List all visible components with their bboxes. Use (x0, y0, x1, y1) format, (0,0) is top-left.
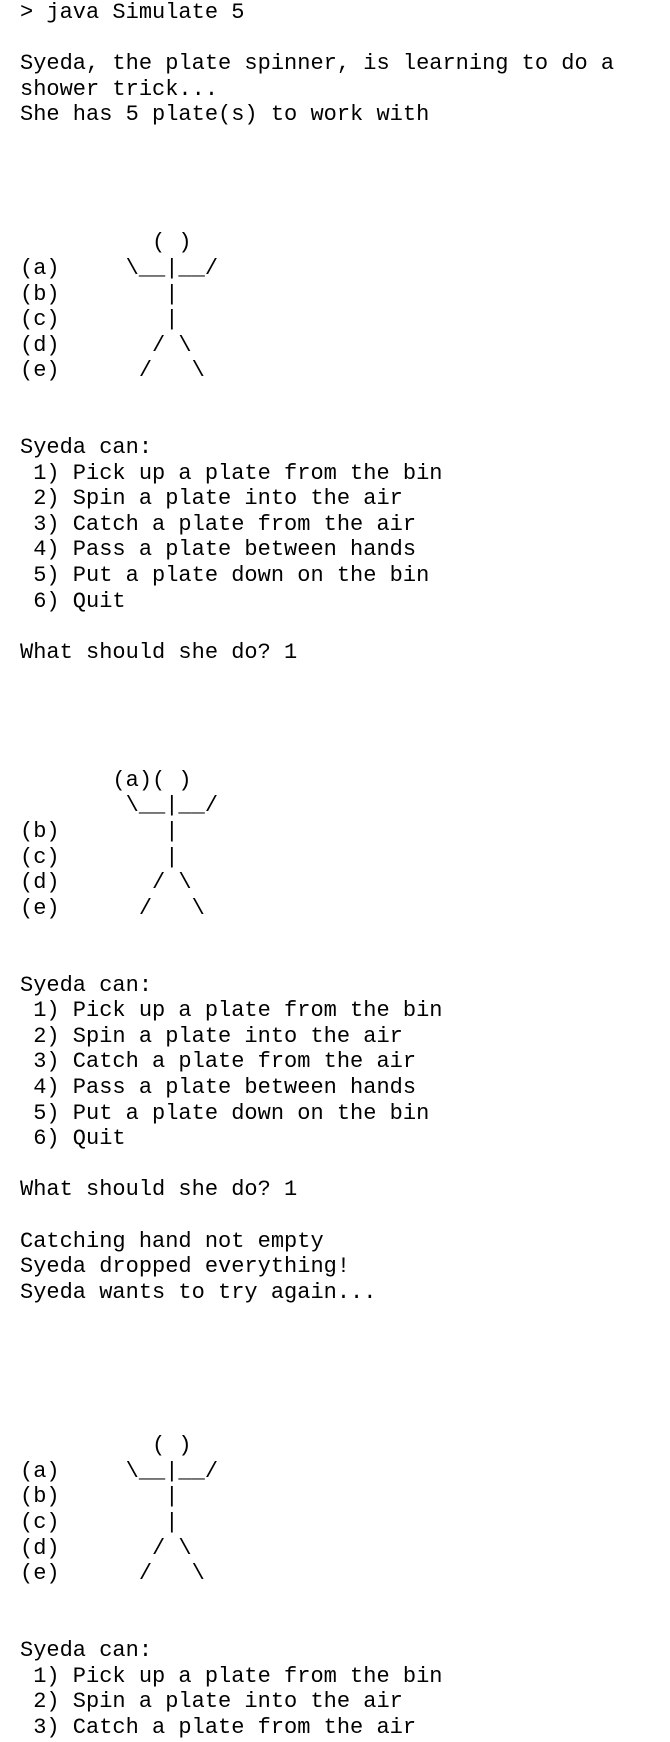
terminal-line: 6) Quit (20, 588, 126, 614)
terminal-line: > java Simulate 5 (20, 0, 245, 25)
terminal-line: 3) Catch a plate from the air (20, 511, 417, 537)
terminal-line: Syeda can: (20, 972, 153, 998)
terminal-line: What should she do? 1 (20, 639, 298, 665)
terminal-line: 4) Pass a plate between hands (20, 537, 417, 563)
terminal-line: 5) Put a plate down on the bin (20, 563, 430, 589)
terminal-line: (c) | (20, 844, 179, 870)
terminal-output: > java Simulate 5 Syeda, the plate spinn… (20, 0, 660, 1740)
terminal-line: (a)( ) (20, 767, 192, 793)
terminal-line: Syeda can: (20, 1638, 153, 1663)
terminal-line: 2) Spin a plate into the air (20, 1023, 403, 1049)
terminal-line: (e) / \ (20, 1561, 205, 1587)
terminal-line: (c) | (20, 307, 179, 333)
terminal-line: 1) Pick up a plate from the bin (20, 1663, 443, 1689)
terminal-line: (d) / \ (20, 870, 192, 896)
terminal-line: 1) Pick up a plate from the bin (20, 460, 443, 486)
terminal-line: (e) / \ (20, 895, 205, 921)
terminal-line: 2) Spin a plate into the air (20, 1689, 403, 1715)
terminal-line: (d) / \ (20, 332, 192, 358)
terminal-line: (c) | (20, 1510, 179, 1536)
terminal-line: (b) | (20, 819, 179, 844)
terminal-line: (e) / \ (20, 358, 205, 384)
terminal-line: Syeda dropped everything! (20, 1254, 351, 1280)
terminal-line: ( ) (20, 1433, 192, 1459)
terminal-line: ( ) (20, 230, 192, 256)
terminal-line: Syeda can: (20, 435, 153, 461)
terminal-line: (b) | (20, 281, 179, 307)
terminal-line: \__|__/ (20, 793, 219, 819)
terminal-line: (a) \__|__/ (20, 1458, 219, 1484)
terminal-line: Catching hand not empty (20, 1228, 324, 1254)
terminal-line: 3) Catch a plate from the air (20, 1714, 417, 1740)
terminal-line: 2) Spin a plate into the air (20, 486, 403, 512)
terminal-line: She has 5 plate(s) to work with (20, 102, 430, 128)
terminal-line: 3) Catch a plate from the air (20, 1049, 417, 1075)
terminal-line: shower trick... (20, 76, 219, 102)
terminal-line: (b) | (20, 1484, 179, 1510)
terminal-line: 1) Pick up a plate from the bin (20, 998, 443, 1024)
terminal-line: Syeda, the plate spinner, is learning to… (20, 51, 615, 77)
terminal-line: What should she do? 1 (20, 1177, 298, 1203)
terminal-line: 6) Quit (20, 1126, 126, 1152)
terminal-line: Syeda wants to try again... (20, 1279, 377, 1305)
terminal-line: (d) / \ (20, 1535, 192, 1561)
terminal-line: (a) \__|__/ (20, 255, 219, 281)
terminal-line: 4) Pass a plate between hands (20, 1074, 417, 1100)
terminal-line: 5) Put a plate down on the bin (20, 1100, 430, 1126)
